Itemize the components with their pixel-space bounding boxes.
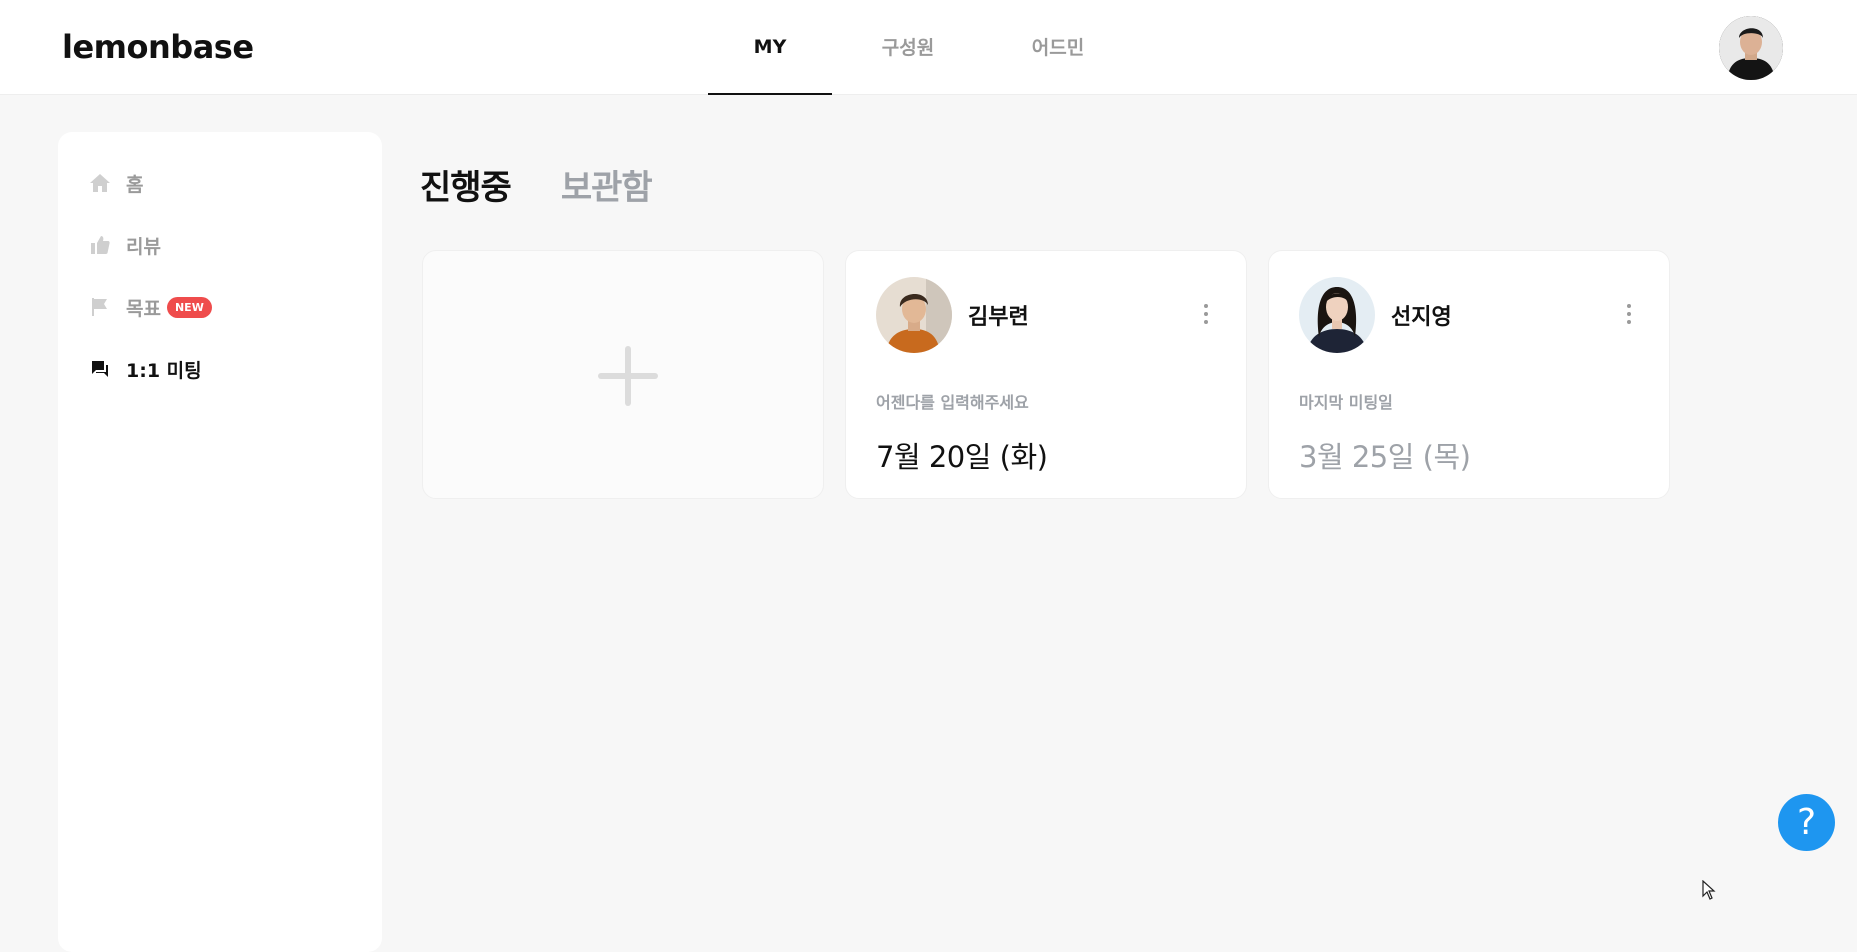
meeting-card[interactable]: 김부련 어젠다를 입력해주세요 7월 20일 (화) — [845, 250, 1247, 499]
meeting-date: 7월 20일 (화) — [876, 440, 1048, 474]
member-avatar — [876, 277, 952, 353]
sidebar-item-label: 리뷰 — [126, 235, 161, 258]
meeting-date: 3월 25일 (목) — [1299, 440, 1471, 474]
meeting-status-tabs: 진행중 보관함 — [420, 160, 653, 209]
user-avatar[interactable] — [1719, 16, 1783, 80]
sidebar: 홈 리뷰 목표 NEW 1:1 미팅 — [58, 132, 382, 952]
member-name: 김부련 — [968, 305, 1029, 330]
flag-icon — [88, 295, 112, 319]
sidebar-item-home[interactable]: 홈 — [88, 163, 358, 203]
sidebar-item-goals[interactable]: 목표 NEW — [88, 287, 358, 327]
add-meeting-card[interactable] — [422, 250, 824, 499]
thumbs-up-icon — [88, 233, 112, 257]
tab-members[interactable]: 구성원 — [832, 0, 984, 95]
sidebar-item-label: 홈 — [126, 173, 144, 196]
meeting-card[interactable]: 선지영 마지막 미팅일 3월 25일 (목) — [1268, 250, 1670, 499]
sidebar-item-label: 1:1 미팅 — [126, 359, 202, 382]
help-button[interactable]: ? — [1778, 794, 1835, 851]
member-avatar — [1299, 277, 1375, 353]
top-navigation-bar: lemonbase MY 구성원 어드민 — [0, 0, 1857, 95]
mouse-cursor-icon — [1702, 880, 1716, 900]
sidebar-item-label: 목표 — [126, 297, 161, 320]
meeting-subtitle: 마지막 미팅일 — [1299, 393, 1393, 412]
more-options-icon[interactable] — [1198, 301, 1214, 327]
member-name: 선지영 — [1391, 305, 1452, 330]
chat-icon — [88, 357, 112, 381]
tab-in-progress[interactable]: 진행중 — [420, 160, 512, 209]
new-badge: NEW — [166, 296, 212, 318]
meeting-subtitle: 어젠다를 입력해주세요 — [876, 393, 1029, 412]
sidebar-item-review[interactable]: 리뷰 — [88, 225, 358, 265]
tab-my[interactable]: MY — [708, 0, 832, 95]
user-avatar-image — [1719, 16, 1783, 80]
sidebar-item-one-on-one[interactable]: 1:1 미팅 — [88, 349, 358, 389]
tab-archive[interactable]: 보관함 — [561, 160, 653, 209]
home-icon — [88, 171, 112, 195]
plus-icon — [598, 346, 658, 406]
lemonbase-logo[interactable]: lemonbase — [62, 28, 254, 66]
tab-admin[interactable]: 어드민 — [984, 0, 1132, 95]
more-options-icon[interactable] — [1621, 301, 1637, 327]
main-nav-tabs: MY 구성원 어드민 — [708, 0, 1132, 95]
